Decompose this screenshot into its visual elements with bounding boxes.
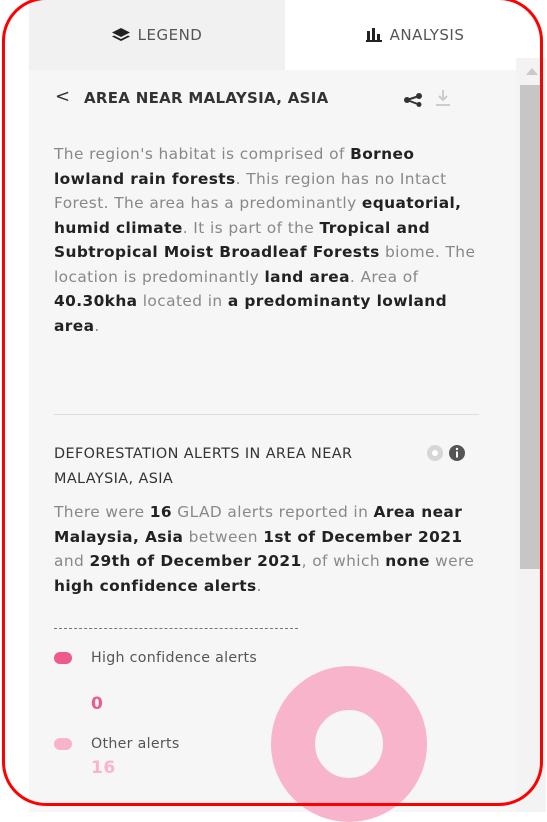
high-confidence-swatch: [54, 652, 72, 664]
page-title: AREA NEAR MALAYSIA, ASIA: [84, 89, 329, 107]
alerts-text: and: [54, 552, 90, 570]
desc-text: .: [94, 316, 100, 335]
high-confidence-label: High confidence alerts: [91, 650, 258, 666]
alerts-text: were: [429, 552, 475, 570]
tab-legend[interactable]: LEGEND: [29, 0, 285, 70]
alerts-text: There were: [54, 503, 150, 521]
desc-area: 40.30kha: [54, 292, 138, 310]
other-alerts-label: Other alerts: [91, 736, 180, 752]
scroll-up-arrow-icon[interactable]: [526, 68, 538, 75]
share-icon[interactable]: [404, 92, 422, 111]
scroll-thumb[interactable]: [520, 85, 540, 569]
alerts-text: , of which: [301, 552, 386, 570]
back-button[interactable]: <: [55, 86, 70, 107]
info-icon[interactable]: [448, 444, 466, 466]
alerts-end-date: 29th of December 2021: [89, 552, 302, 570]
settings-icon[interactable]: [426, 444, 444, 466]
widget-icons: [426, 444, 466, 466]
habitat-description: The region's habitat is comprised of Bor…: [54, 142, 484, 338]
desc-text: The region's habitat is comprised of: [54, 145, 351, 163]
download-icon[interactable]: [436, 90, 450, 110]
alerts-text: between: [183, 527, 264, 546]
tab-bar: LEGEND ANALYSIS: [29, 0, 545, 70]
alerts-start-date: 1st of December 2021: [263, 527, 463, 546]
alerts-donut-chart: [271, 666, 427, 822]
desc-land: land area: [264, 267, 350, 286]
alerts-none: none: [385, 552, 430, 570]
tab-analysis[interactable]: ANALYSIS: [285, 0, 545, 70]
alerts-high-confidence: high confidence alerts: [54, 576, 257, 595]
donut-slice-other-alerts[interactable]: [271, 666, 427, 822]
dotted-underline: [54, 628, 298, 629]
high-confidence-value: 0: [91, 694, 104, 714]
analysis-panel: < AREA NEAR MALAYSIA, ASIA The region's …: [29, 70, 516, 822]
deforestation-title: DEFORESTATION ALERTS IN AREA NEAR MALAYS…: [54, 446, 353, 487]
tab-analysis-label: ANALYSIS: [389, 26, 465, 44]
bar-chart-icon: [365, 28, 382, 42]
alerts-sentence: There were 16 GLAD alerts reported in Ar…: [54, 500, 484, 598]
scrollbar[interactable]: [516, 58, 546, 812]
alerts-text: GLAD alerts reported in: [172, 503, 374, 521]
desc-text: . It is part of the: [182, 218, 320, 237]
divider: [54, 414, 479, 415]
other-alerts-value: 16: [91, 758, 116, 778]
desc-text: located in: [137, 292, 228, 310]
other-alerts-swatch: [54, 738, 72, 750]
desc-text: . Area of: [349, 267, 419, 286]
tab-legend-label: LEGEND: [137, 26, 203, 44]
alerts-text: .: [256, 576, 262, 595]
alerts-count: 16: [149, 503, 173, 521]
layers-icon: [111, 28, 130, 42]
